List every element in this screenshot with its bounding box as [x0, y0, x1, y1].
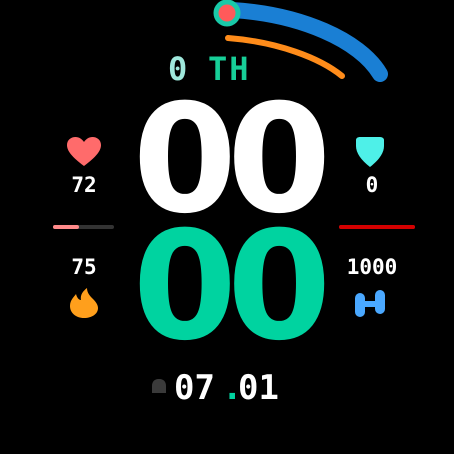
flame-icon[interactable]	[68, 287, 100, 319]
calories-value: 75	[71, 255, 97, 279]
watch-face: 0 TH 00 00 72 0 75 1000 07 . 01	[0, 0, 454, 454]
date-day: 01	[238, 368, 279, 408]
spo2-value: 0	[365, 173, 379, 197]
heart-rate-value: 72	[71, 173, 97, 197]
arc-indicator	[213, 0, 241, 27]
heart-rate-bar-fill	[53, 225, 79, 229]
heart-rate-bar	[53, 225, 114, 229]
footprint-icon[interactable]	[354, 289, 386, 319]
minutes-display: 00	[132, 200, 332, 374]
shield-icon[interactable]	[355, 136, 385, 168]
lock-icon	[152, 379, 166, 393]
spo2-bar	[339, 225, 415, 229]
spo2-bar-fill	[339, 225, 415, 229]
heart-icon[interactable]	[66, 136, 102, 168]
date-month: 07	[174, 368, 215, 408]
steps-value: 1000	[346, 255, 398, 279]
